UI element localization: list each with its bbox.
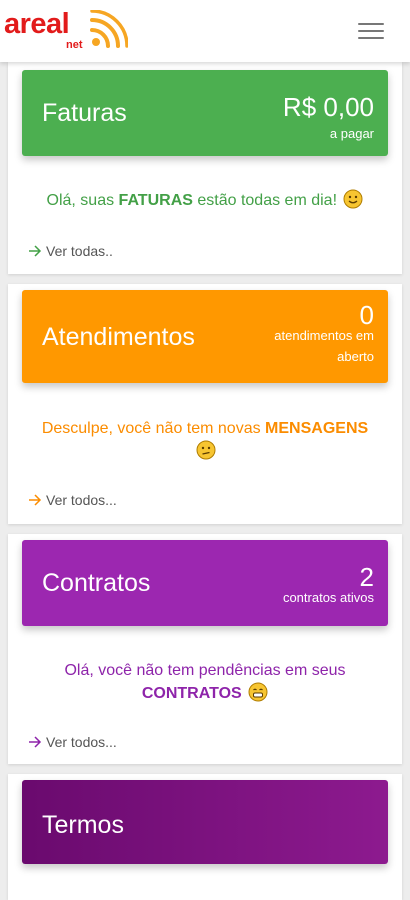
hamburger-menu-icon[interactable] [358,23,384,41]
arrow-right-icon [29,736,42,748]
faturas-card: Faturas R$ 0,00 a pagar Olá, suas FATURA… [8,62,402,274]
faturas-title: Faturas [42,99,127,127]
app-bar: areal net [0,0,410,62]
atendimentos-card: Atendimentos 0 atendimentos em aberto De… [8,284,402,524]
faturas-header[interactable]: Faturas R$ 0,00 a pagar [22,70,388,156]
contratos-message: Olá, você não tem pendências em seus CON… [64,662,346,702]
ver-todas-faturas-link[interactable]: Ver todas.. [28,243,113,259]
contratos-count-label: contratos ativos [282,590,374,605]
ver-todos-contratos-link[interactable]: Ver todos... [28,734,117,750]
termos-card: Termos [8,774,402,900]
logo-sub: net [66,39,83,51]
grinning-face-icon [248,682,268,702]
atendimentos-count-label-1: atendimentos em [274,328,374,343]
logo-wordmark: areal [4,8,70,40]
termos-header[interactable]: Termos [22,780,388,864]
atendimentos-header[interactable]: Atendimentos 0 atendimentos em aberto [22,290,388,383]
wifi-signal-icon [90,10,128,48]
termos-title: Termos [42,811,124,839]
contratos-header[interactable]: Contratos 2 contratos ativos [22,540,388,626]
ver-todos-atendimentos-link[interactable]: Ver todos... [28,492,117,508]
arrow-right-icon [29,494,42,506]
faturas-message: Olá, suas FATURAS estão todas em dia! [28,189,382,212]
atendimentos-count-label-2: aberto [337,349,374,364]
contratos-title: Contratos [42,569,151,597]
smiling-face-icon [343,189,363,209]
atendimentos-message: Desculpe, você não tem novas MENSAGENS [28,418,382,463]
arealnet-logo[interactable]: areal net [4,6,134,56]
atendimentos-title: Atendimentos [42,323,195,351]
confused-face-icon [196,440,216,460]
contratos-card: Contratos 2 contratos ativos Olá, você n… [8,534,402,764]
faturas-amount: R$ 0,00 [282,92,374,122]
faturas-amount-label: a pagar [329,126,374,141]
arrow-right-icon [29,245,42,257]
